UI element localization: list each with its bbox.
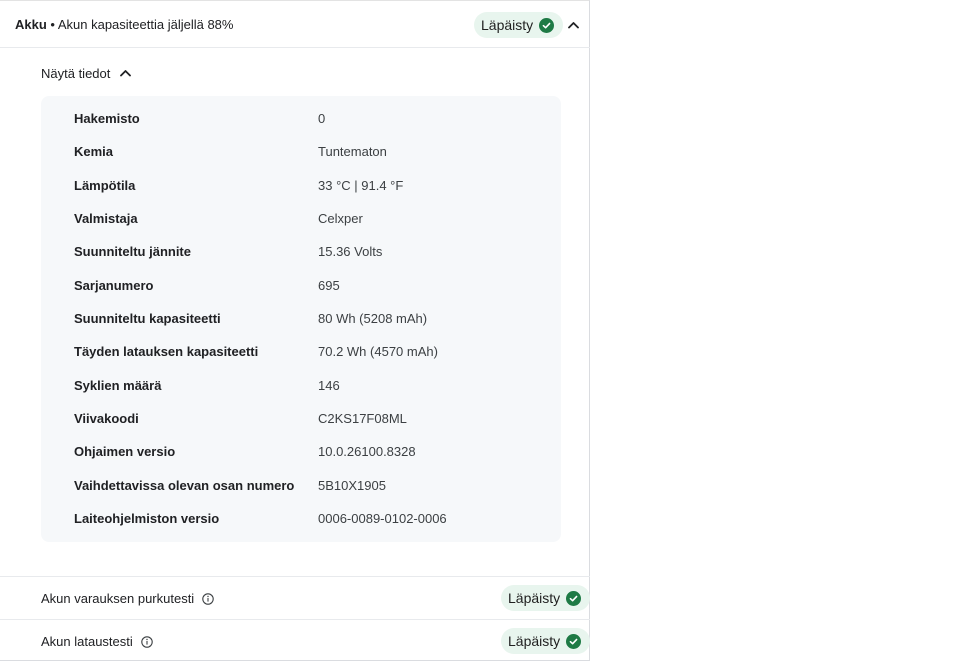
detail-row: Valmistaja Celxper — [41, 209, 561, 229]
check-circle-icon — [539, 17, 555, 33]
battery-header[interactable]: Akku • Akun kapasiteettia jäljellä 88% L… — [0, 1, 590, 48]
detail-row: Sarjanumero 695 — [41, 276, 561, 296]
battery-status-badge: Läpäisty — [474, 12, 564, 38]
detail-value: Tuntematon — [318, 144, 387, 159]
title-separator: • — [46, 17, 58, 32]
detail-value: 15.36 Volts — [318, 244, 383, 259]
detail-key: Suunniteltu kapasiteetti — [74, 311, 221, 326]
detail-key: Syklien määrä — [74, 378, 162, 393]
detail-value: 33 °C | 91.4 °F — [318, 178, 404, 193]
detail-key: Lämpötila — [74, 178, 136, 193]
detail-row: Kemia Tuntematon — [41, 142, 561, 162]
battery-test-panel: Akku • Akun kapasiteettia jäljellä 88% L… — [0, 0, 591, 662]
detail-value: 695 — [318, 278, 340, 293]
detail-row: Ohjaimen versio 10.0.26100.8328 — [41, 442, 561, 462]
show-details-label: Näytä tiedot — [41, 65, 111, 81]
discharge-status-badge: Läpäisty — [501, 585, 591, 611]
charge-status-badge: Läpäisty — [501, 628, 591, 654]
discharge-test-label: Akun varauksen purkutesti — [41, 591, 195, 606]
show-details-toggle[interactable]: Näytä tiedot — [41, 65, 132, 81]
battery-title: Akku • Akun kapasiteettia jäljellä 88% — [15, 17, 233, 32]
charge-test-name: Akun lataustesti — [41, 634, 153, 649]
detail-row: Hakemisto 0 — [41, 109, 561, 129]
detail-key: Sarjanumero — [74, 278, 154, 293]
detail-key: Täyden latauksen kapasiteetti — [74, 344, 259, 359]
check-circle-icon — [566, 633, 582, 649]
detail-row: Vaihdettavissa olevan osan numero 5B10X1… — [41, 476, 561, 496]
info-icon[interactable] — [141, 635, 153, 648]
chevron-up-icon — [567, 21, 579, 29]
detail-row: Laiteohjelmiston versio 0006-0089-0102-0… — [41, 509, 561, 529]
detail-value: 0 — [318, 111, 326, 126]
details-table: Hakemisto 0 Kemia Tuntematon Lämpötila 3… — [41, 96, 561, 542]
detail-key: Viivakoodi — [74, 411, 139, 426]
detail-value: 70.2 Wh (4570 mAh) — [318, 344, 438, 359]
battery-label: Akku — [15, 17, 47, 32]
detail-key: Suunniteltu jännite — [74, 244, 191, 259]
detail-value: C2KS17F08ML — [318, 411, 407, 426]
detail-row: Täyden latauksen kapasiteetti 70.2 Wh (4… — [41, 342, 561, 362]
detail-row: Viivakoodi C2KS17F08ML — [41, 409, 561, 429]
detail-value: 80 Wh (5208 mAh) — [318, 311, 428, 326]
detail-row: Suunniteltu jännite 15.36 Volts — [41, 242, 561, 262]
chevron-up-icon — [120, 67, 132, 79]
status-text: Läpäisty — [508, 590, 561, 606]
collapse-battery-button[interactable] — [563, 15, 583, 35]
detail-value: 146 — [318, 378, 340, 393]
detail-key: Hakemisto — [74, 111, 140, 126]
detail-value: 10.0.26100.8328 — [318, 444, 416, 459]
detail-key: Vaihdettavissa olevan osan numero — [74, 478, 295, 493]
detail-value: Celxper — [318, 211, 363, 226]
detail-value: 0006-0089-0102-0006 — [318, 511, 447, 526]
detail-key: Valmistaja — [74, 211, 138, 226]
charge-test-row: Akun lataustesti Läpäisty — [0, 619, 591, 662]
detail-row: Syklien määrä 146 — [41, 376, 561, 396]
info-icon[interactable] — [202, 592, 214, 605]
discharge-test-name: Akun varauksen purkutesti — [41, 591, 214, 606]
charge-test-label: Akun lataustesti — [41, 634, 133, 649]
detail-key: Laiteohjelmiston versio — [74, 511, 220, 526]
battery-capacity-summary: Akun kapasiteettia jäljellä 88% — [57, 17, 234, 32]
check-circle-icon — [566, 590, 582, 606]
detail-row: Lämpötila 33 °C | 91.4 °F — [41, 176, 561, 196]
detail-key: Ohjaimen versio — [74, 444, 176, 459]
detail-key: Kemia — [74, 144, 114, 159]
detail-value: 5B10X1905 — [318, 478, 386, 493]
status-text: Läpäisty — [508, 633, 561, 649]
status-text: Läpäisty — [481, 17, 534, 33]
discharge-test-row: Akun varauksen purkutesti Läpäisty — [0, 576, 591, 619]
detail-row: Suunniteltu kapasiteetti 80 Wh (5208 mAh… — [41, 309, 561, 329]
